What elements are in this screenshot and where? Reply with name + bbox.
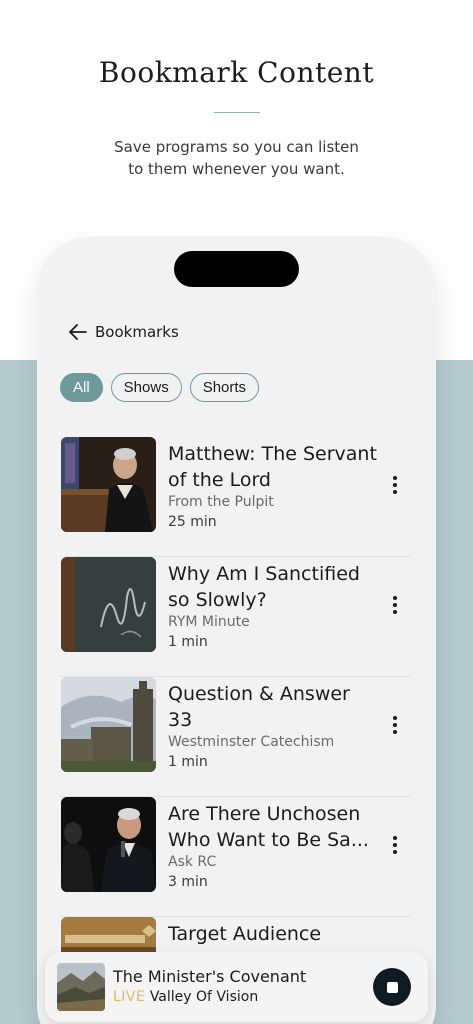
live-badge: LIVE xyxy=(113,989,146,1005)
bookmark-title: Matthew: The Servant of the Lord xyxy=(168,443,377,491)
bookmark-item[interactable]: Why Am I Sanctified so Slowly? RYM Minut… xyxy=(60,557,411,677)
now-playing-artwork xyxy=(57,963,105,1011)
bookmark-show: Ask RC xyxy=(168,854,217,870)
more-options-icon[interactable] xyxy=(385,713,405,737)
bookmark-title: Question & Answer 33 xyxy=(168,683,350,731)
bookmark-thumbnail xyxy=(61,437,156,532)
dynamic-island xyxy=(174,251,299,287)
bookmark-duration: 1 min xyxy=(168,634,208,650)
bookmark-item[interactable]: Question & Answer 33 Westminster Catechi… xyxy=(60,677,411,797)
filter-chip-shorts[interactable]: Shorts xyxy=(189,373,260,402)
promo-subtitle-line-1: Save programs so you can listen xyxy=(114,138,359,156)
bookmark-title: Target Audience xyxy=(168,923,322,945)
page-title: Bookmarks xyxy=(95,323,179,341)
filter-chips: All Shows Shorts xyxy=(60,373,260,402)
bookmark-show: From the Pulpit xyxy=(168,494,274,510)
more-options-icon[interactable] xyxy=(385,833,405,857)
now-playing-title: The Minister's Covenant xyxy=(113,967,307,986)
filter-chip-all[interactable]: All xyxy=(60,373,103,402)
mini-player[interactable]: The Minister's Covenant LIVE Valley Of V… xyxy=(45,952,428,1022)
promo-subtitle-line-2: to them whenever you want. xyxy=(128,160,345,178)
arrow-left-icon[interactable] xyxy=(67,321,89,343)
now-playing-subtitle: LIVE Valley Of Vision xyxy=(113,989,258,1005)
promo-divider xyxy=(214,112,260,113)
bookmark-list: Matthew: The Servant of the Lord From th… xyxy=(60,437,411,1012)
stop-icon xyxy=(386,981,398,993)
promo-title: Bookmark Content xyxy=(98,56,375,89)
bookmark-show: RYM Minute xyxy=(168,614,250,630)
filter-chip-shows[interactable]: Shows xyxy=(110,373,182,402)
more-options-icon[interactable] xyxy=(385,473,405,497)
now-playing-show: Valley Of Vision xyxy=(149,989,259,1005)
phone-frame: Bookmarks All Shows Shorts Matthew: The … xyxy=(37,237,436,1024)
bookmark-duration: 1 min xyxy=(168,754,208,770)
bookmark-title: Are There Unchosen Who Want to Be Sa... xyxy=(168,803,369,851)
bookmark-duration: 25 min xyxy=(168,514,217,530)
bookmark-show: Westminster Catechism xyxy=(168,734,335,750)
nav-bar: Bookmarks xyxy=(67,321,179,343)
bookmark-item[interactable]: Are There Unchosen Who Want to Be Sa... … xyxy=(60,797,411,917)
bookmark-title: Why Am I Sanctified so Slowly? xyxy=(168,563,360,611)
bookmark-duration: 3 min xyxy=(168,874,208,890)
promo-subtitle: Save programs so you can listen to them … xyxy=(0,136,473,180)
more-options-icon[interactable] xyxy=(385,593,405,617)
stop-button[interactable] xyxy=(373,968,411,1006)
bookmark-thumbnail xyxy=(61,557,156,652)
bookmark-thumbnail xyxy=(61,677,156,772)
bookmark-thumbnail xyxy=(61,797,156,892)
bookmark-item[interactable]: Matthew: The Servant of the Lord From th… xyxy=(60,437,411,557)
